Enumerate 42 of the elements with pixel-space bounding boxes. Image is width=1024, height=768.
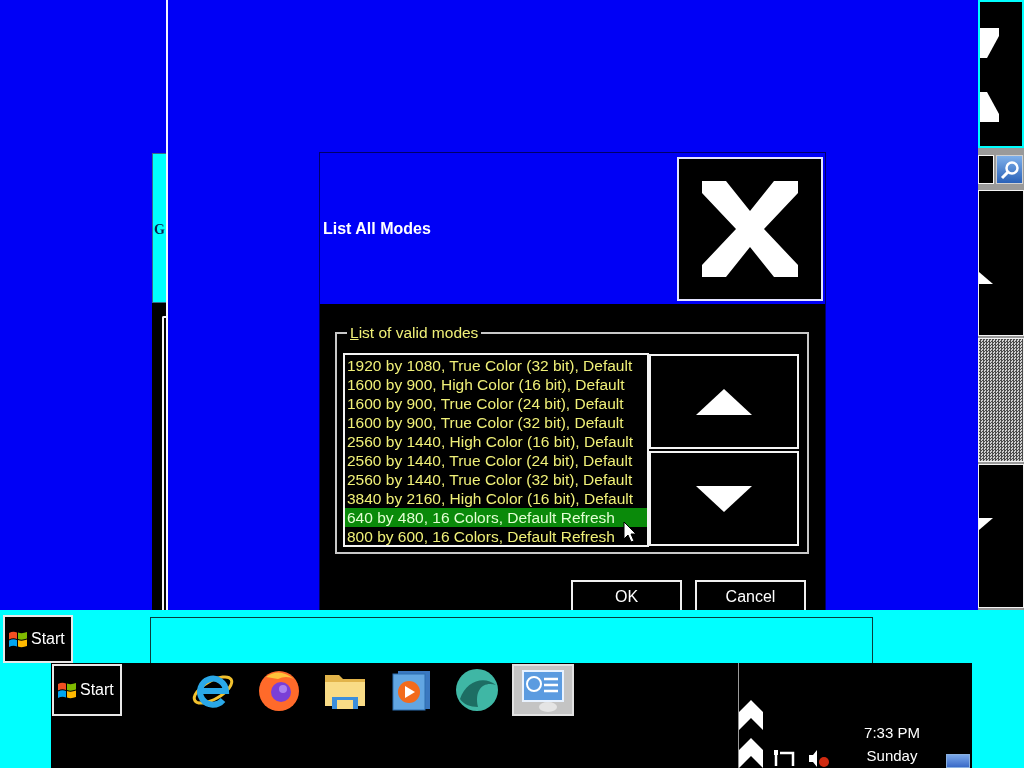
mode-item[interactable]: 2560 by 1440, High Color (16 bit), Default xyxy=(345,432,647,451)
mouse-pointer-icon xyxy=(623,521,637,543)
mode-item[interactable]: 800 by 600, 16 Colors, Default Refresh xyxy=(345,527,647,545)
scroll-down-button[interactable] xyxy=(978,464,1024,608)
close-icon xyxy=(702,180,798,277)
ok-button[interactable]: OK xyxy=(571,580,682,610)
dialog-title: List All Modes xyxy=(323,219,431,238)
mode-item[interactable]: 2560 by 1440, True Color (32 bit), Default xyxy=(345,470,647,489)
speaker-icon[interactable] xyxy=(808,749,830,767)
mode-item[interactable]: 3840 by 2160, High Color (16 bit), Default xyxy=(345,489,647,508)
down-triangle-icon xyxy=(696,485,752,512)
start-button[interactable]: Start xyxy=(3,615,73,663)
mode-item[interactable]: 640 by 480, 16 Colors, Default Refresh xyxy=(345,508,647,527)
globe-icon xyxy=(454,667,500,713)
mode-item[interactable]: 1920 by 1080, True Color (32 bit), Default xyxy=(345,356,647,375)
scroll-up-button[interactable] xyxy=(978,190,1024,336)
mode-item[interactable]: 1600 by 900, High Color (16 bit), Default xyxy=(345,375,647,394)
clock-day: Sunday xyxy=(866,747,918,764)
flag-logo-icon xyxy=(57,680,77,700)
scroll-up-button[interactable] xyxy=(649,354,799,449)
mode-item[interactable]: 1600 by 900, True Color (24 bit), Default xyxy=(345,394,647,413)
partial-x-icon xyxy=(980,28,1000,122)
clock-time: 7:33 PM xyxy=(864,724,920,741)
start-button[interactable]: Start xyxy=(52,664,122,716)
search-field[interactable] xyxy=(978,155,994,184)
chevron-up-icon[interactable] xyxy=(739,700,763,730)
search-button[interactable] xyxy=(996,155,1023,184)
scroll-down-button[interactable] xyxy=(649,451,799,546)
chevron-up-icon[interactable] xyxy=(739,738,763,768)
mode-item[interactable]: 2560 by 1440, True Color (24 bit), Default xyxy=(345,451,647,470)
window-title: G xyxy=(154,221,165,237)
flag-logo-icon xyxy=(8,629,28,649)
cancel-button[interactable]: Cancel xyxy=(695,580,806,610)
control-panel-icon xyxy=(520,667,566,713)
network-icon[interactable] xyxy=(772,749,796,767)
group-label: List of valid modes xyxy=(349,324,480,342)
mode-list[interactable] xyxy=(343,353,649,547)
close-button[interactable] xyxy=(677,156,823,301)
mode-item[interactable]: 1600 by 900, True Color (32 bit), Default xyxy=(345,413,647,432)
up-triangle-icon xyxy=(696,388,752,415)
search-icon xyxy=(999,159,1020,180)
close-button[interactable] xyxy=(978,0,1024,148)
